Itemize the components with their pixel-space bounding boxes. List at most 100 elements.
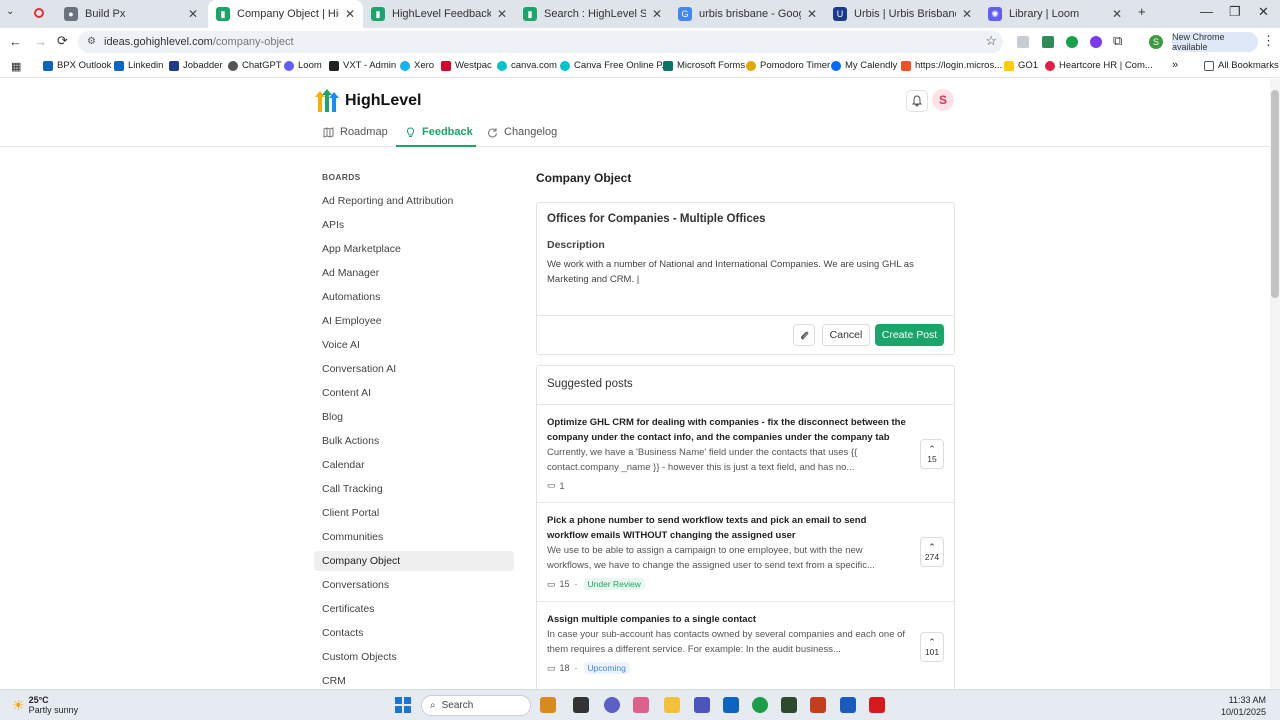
- profile-avatar[interactable]: S: [1149, 35, 1163, 49]
- post-title-input[interactable]: Offices for Companies - Multiple Offices: [547, 213, 766, 225]
- file-explorer-icon[interactable]: [664, 697, 680, 713]
- word-icon[interactable]: [840, 697, 856, 713]
- attach-file-button[interactable]: [793, 324, 815, 346]
- tab-loom-library[interactable]: ✺ Library | Loom ✕: [980, 0, 1130, 28]
- bookmark-star-icon[interactable]: ☆: [985, 33, 997, 49]
- forward-icon[interactable]: →: [34, 34, 47, 49]
- chrome-menu-icon[interactable]: ⋮: [1262, 33, 1275, 49]
- close-tab-icon[interactable]: ✕: [497, 7, 507, 21]
- bookmark-item[interactable]: My Calendly: [831, 60, 897, 71]
- sidebar-board-item[interactable]: Contacts: [314, 623, 514, 643]
- bookmark-item[interactable]: Microsoft Forms: [663, 60, 745, 71]
- sidebar-board-item[interactable]: Blog: [314, 407, 514, 427]
- taskbar-search[interactable]: ⌕ Search: [421, 695, 531, 716]
- bookmark-item[interactable]: Jobadder: [169, 60, 223, 71]
- windows-start-icon[interactable]: [395, 697, 411, 713]
- bookmark-item[interactable]: Westpac: [441, 60, 492, 71]
- minimize-icon[interactable]: —: [1200, 4, 1213, 19]
- sidebar-board-item[interactable]: CRM: [314, 671, 514, 689]
- upvote-button[interactable]: ⌃ 15: [920, 439, 944, 469]
- sidebar-board-item[interactable]: Conversation AI: [314, 359, 514, 379]
- post-title[interactable]: Optimize GHL CRM for dealing with compan…: [547, 415, 909, 445]
- more-bookmarks-chevron-icon[interactable]: »: [1172, 59, 1178, 71]
- bookmark-item[interactable]: Linkedin: [114, 60, 163, 71]
- widgets-icon[interactable]: [540, 697, 556, 713]
- bookmark-item[interactable]: Pomodoro Timer: [746, 60, 830, 71]
- tab-feedback[interactable]: Feedback: [405, 126, 473, 138]
- sidebar-board-item[interactable]: Client Portal: [314, 503, 514, 523]
- extension-icon[interactable]: [1066, 36, 1078, 48]
- extension-icon[interactable]: [1017, 36, 1029, 48]
- sidebar-board-item[interactable]: Automations: [314, 287, 514, 307]
- upvote-button[interactable]: ⌃ 101: [920, 632, 944, 662]
- acrobat-icon[interactable]: [869, 697, 885, 713]
- create-post-button[interactable]: Create Post: [875, 324, 944, 346]
- tab-list-icon[interactable]: ⌄: [6, 6, 20, 20]
- close-tab-icon[interactable]: ✕: [1112, 7, 1122, 21]
- close-tab-icon[interactable]: ✕: [188, 7, 198, 21]
- description-input[interactable]: We work with a number of National and In…: [547, 257, 942, 287]
- all-bookmarks-button[interactable]: All Bookmarks: [1204, 60, 1279, 71]
- extensions-puzzle-icon[interactable]: ⧉: [1113, 33, 1122, 49]
- extension-icon[interactable]: [1090, 36, 1102, 48]
- tab-urbis[interactable]: U Urbis | Urbis Brisbane Design ✕: [825, 0, 980, 28]
- new-tab-icon[interactable]: +: [1138, 4, 1146, 19]
- sidebar-board-item[interactable]: App Marketplace: [314, 239, 514, 259]
- back-icon[interactable]: ←: [9, 34, 22, 49]
- record-icon[interactable]: [34, 8, 44, 18]
- chrome-icon[interactable]: [752, 697, 768, 713]
- bookmark-item[interactable]: https://login.micros...: [901, 60, 1002, 71]
- close-tab-icon[interactable]: ✕: [962, 7, 972, 21]
- sidebar-board-item[interactable]: APIs: [314, 215, 514, 235]
- bookmark-item[interactable]: canva.com: [497, 60, 557, 71]
- sidebar-board-item[interactable]: Custom Objects: [314, 647, 514, 667]
- bookmark-item[interactable]: BPX Outlook: [43, 60, 111, 71]
- post-title[interactable]: Pick a phone number to send workflow tex…: [547, 513, 909, 543]
- bookmark-item[interactable]: GO1: [1004, 60, 1038, 71]
- close-tab-icon[interactable]: ✕: [345, 7, 355, 21]
- teams-icon[interactable]: [694, 697, 710, 713]
- bookmark-item[interactable]: Canva Free Online P...: [560, 60, 669, 71]
- address-bar[interactable]: ⚙ ideas.gohighlevel.com/company-object ☆: [78, 31, 1003, 53]
- sidebar-board-item[interactable]: Voice AI: [314, 335, 514, 355]
- teams-chat-icon[interactable]: [604, 697, 620, 713]
- tab-google-search[interactable]: G urbis brisbane - Google Search ✕: [670, 0, 825, 28]
- sidebar-board-item[interactable]: Communities: [314, 527, 514, 547]
- sidebar-board-item[interactable]: Ad Reporting and Attribution: [314, 191, 514, 211]
- tab-company-object[interactable]: ▮ Company Object | HighLevel ✕: [208, 0, 363, 28]
- extension-icon[interactable]: [1042, 36, 1054, 48]
- powerpoint-icon[interactable]: [810, 697, 826, 713]
- bookmark-item[interactable]: ChatGPT: [228, 60, 282, 71]
- suggested-post[interactable]: Pick a phone number to send workflow tex…: [537, 503, 954, 602]
- tab-changelog[interactable]: Changelog: [487, 126, 557, 138]
- sidebar-board-item[interactable]: AI Employee: [314, 311, 514, 331]
- new-chrome-available-button[interactable]: New Chrome available: [1172, 32, 1258, 52]
- outlook-icon[interactable]: [723, 697, 739, 713]
- weather-widget[interactable]: ☀ 25°C Partly sunny: [12, 695, 78, 715]
- site-info-icon[interactable]: ⚙: [87, 36, 96, 47]
- reload-icon[interactable]: ⟳: [57, 33, 68, 49]
- user-avatar[interactable]: S: [932, 89, 954, 111]
- sidebar-board-item[interactable]: Call Tracking: [314, 479, 514, 499]
- upvote-button[interactable]: ⌃ 274: [920, 537, 944, 567]
- restore-icon[interactable]: ❐: [1229, 4, 1241, 20]
- system-clock[interactable]: 11:33 AM 10/01/2025: [1221, 694, 1266, 718]
- close-tab-icon[interactable]: ✕: [807, 7, 817, 21]
- sidebar-board-item[interactable]: Certificates: [314, 599, 514, 619]
- task-view-icon[interactable]: [573, 697, 589, 713]
- close-tab-icon[interactable]: ✕: [652, 7, 662, 21]
- close-window-icon[interactable]: ✕: [1258, 4, 1269, 20]
- notifications-bell-icon[interactable]: [906, 90, 928, 112]
- suggested-post[interactable]: Optimize GHL CRM for dealing with compan…: [537, 405, 954, 503]
- tab-roadmap[interactable]: Roadmap: [323, 126, 388, 138]
- suggested-post[interactable]: Assign multiple companies to a single co…: [537, 602, 954, 689]
- tab-highlevel-support[interactable]: ▮ Search : HighLevel Support Po ✕: [515, 0, 670, 28]
- sidebar-board-item[interactable]: Bulk Actions: [314, 431, 514, 451]
- bookmark-item[interactable]: VXT - Admin: [329, 60, 396, 71]
- app-icon[interactable]: [781, 697, 797, 713]
- copilot-icon[interactable]: [633, 697, 649, 713]
- sidebar-board-item[interactable]: Company Object: [314, 551, 514, 571]
- sidebar-board-item[interactable]: Calendar: [314, 455, 514, 475]
- bookmark-item[interactable]: Heartcore HR | Com...: [1045, 60, 1153, 71]
- cancel-button[interactable]: Cancel: [822, 324, 870, 346]
